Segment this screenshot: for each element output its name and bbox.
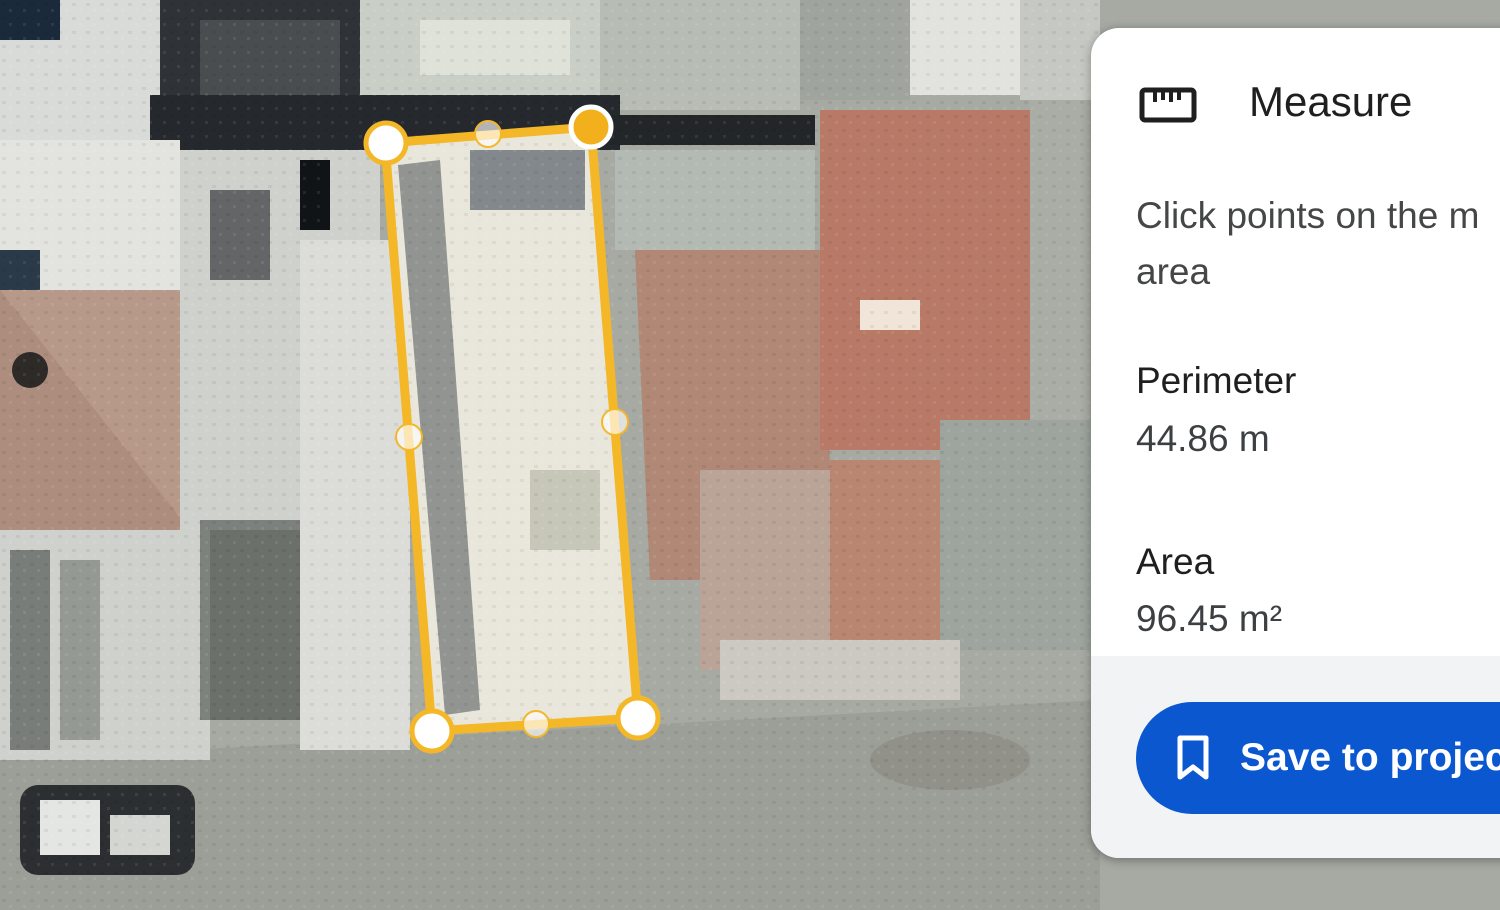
area-value: 96.45 m²: [1136, 598, 1283, 639]
perimeter-label: Perimeter: [1136, 360, 1297, 401]
measure-instructions: Click points on the m area: [1136, 195, 1480, 292]
vertex-handle-bottom-left[interactable]: [409, 708, 455, 754]
measured-polygon[interactable]: [380, 122, 643, 736]
perimeter-value: 44.86 m: [1136, 418, 1270, 459]
midpoint-handle-right[interactable]: [601, 408, 629, 436]
ruler-icon: [1139, 87, 1197, 123]
area-label: Area: [1136, 541, 1215, 582]
vertex-handle-bottom-right[interactable]: [615, 695, 661, 741]
measure-panel-header: Measure: [1091, 28, 1500, 178]
midpoint-handle-bottom[interactable]: [522, 710, 550, 738]
vertex-handle-top-left[interactable]: [363, 120, 409, 166]
midpoint-handle-left[interactable]: [395, 423, 423, 451]
measure-outline: [380, 122, 643, 736]
measure-panel: Measure Click points on the m area Perim…: [1091, 28, 1500, 858]
save-to-project-button[interactable]: Save to projec: [1136, 702, 1500, 814]
save-button-label: Save to projec: [1240, 736, 1500, 779]
panel-title: Measure: [1249, 78, 1413, 125]
vertex-handle-top-right-active[interactable]: [568, 104, 614, 150]
midpoint-handle-top[interactable]: [474, 120, 502, 148]
bookmark-icon: [1177, 735, 1209, 780]
